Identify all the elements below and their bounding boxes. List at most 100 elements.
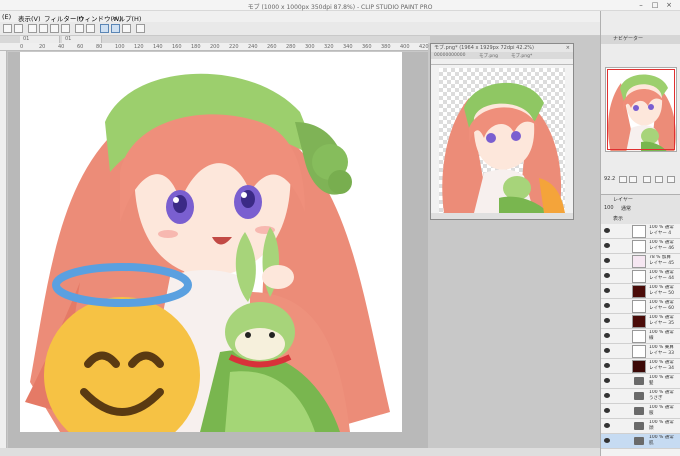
paste-icon[interactable] (61, 24, 70, 33)
zoom-out-button[interactable] (619, 176, 627, 183)
ruler-tick-label: 280 (286, 44, 296, 50)
navigator-preview[interactable] (605, 67, 677, 152)
eye-icon[interactable] (604, 288, 610, 293)
maximize-button[interactable]: □ (650, 1, 660, 10)
navigator-view-frame[interactable] (607, 69, 675, 150)
anime-girl-artwork (25, 73, 390, 432)
eye-icon[interactable] (604, 378, 610, 383)
opacity-value[interactable]: 100 (604, 205, 614, 211)
transparent-canvas[interactable] (439, 68, 565, 213)
pencil-icon[interactable] (111, 24, 120, 33)
blend-mode-select[interactable]: 通常 (621, 205, 631, 212)
layer-panel-title[interactable]: レイヤー (613, 196, 633, 203)
eye-icon[interactable] (604, 393, 610, 398)
workspace-background (574, 36, 600, 456)
ruler-tick-label: 340 (343, 44, 353, 50)
layer-thumbnail (632, 315, 646, 328)
eye-icon[interactable] (604, 348, 610, 353)
layer-name: 100 % 通常顔 (649, 420, 674, 431)
menu-edit[interactable]: (E) (2, 13, 11, 21)
ruler-tick-label: 20 (39, 44, 46, 50)
ruler-tick-label: 360 (362, 44, 372, 50)
redo-icon[interactable] (14, 24, 23, 33)
command-bar (0, 22, 600, 36)
sub-window-close-icon[interactable]: × (566, 44, 570, 52)
layer-name: 100 % 通常 レイヤー 60 (649, 300, 675, 311)
ruler-tick-label: 100 (115, 44, 125, 50)
transform-icon[interactable] (75, 24, 84, 33)
ruler-tick-label: 300 (305, 44, 315, 50)
eye-icon[interactable] (604, 408, 610, 413)
copy-icon[interactable] (50, 24, 59, 33)
navigator-header[interactable]: ナビゲーター (601, 35, 680, 44)
ruler-tick-label: 200 (210, 44, 220, 50)
layer-thumbnail (632, 360, 646, 373)
ruler-tick-label: 420 (419, 44, 429, 50)
ruler-tick-label: 0 (20, 44, 24, 50)
layer-row[interactable]: 100 % 通常肌 (601, 434, 680, 449)
eye-icon[interactable] (604, 318, 610, 323)
layer-row[interactable]: 100 % 通常服 (601, 404, 680, 419)
layer-row[interactable]: 100 % 通常 レイヤー 35 (601, 314, 680, 329)
rotate-button[interactable] (643, 176, 651, 183)
layer-row[interactable]: 78 % 加算 レイヤー 45 (601, 254, 680, 269)
eye-icon[interactable] (604, 303, 610, 308)
eye-icon[interactable] (604, 423, 610, 428)
layer-row[interactable]: 100 % 乗算 レイヤー 33 (601, 344, 680, 359)
document-tab[interactable]: 01 (62, 36, 102, 43)
layer-row[interactable]: 100 % 通常 レイヤー 34 (601, 359, 680, 374)
sub-window-tabs: 00000000000 モブ.png モブ.png* (431, 52, 573, 59)
layer-row[interactable]: 100 % 通常 レイヤー 50 (601, 284, 680, 299)
layer-thumbnail (632, 270, 646, 283)
settings-icon[interactable] (136, 24, 145, 33)
brush-icon[interactable] (122, 24, 131, 33)
ruler-tick-label: 80 (96, 44, 103, 50)
layer-row[interactable]: 100 % 通常 レイヤー 4 (601, 224, 680, 239)
layer-row[interactable]: 100 % 通常髪 (601, 374, 680, 389)
layer-list[interactable]: 100 % 通常 レイヤー 4 100 % 通常 レイヤー 46 78 % 加算 レイヤー… (601, 224, 680, 456)
ruler-tick-label: 180 (191, 44, 201, 50)
sub-document-window[interactable]: モブ.png* (1964 x 1929px 72dpi 42.2%) × 00… (430, 43, 574, 220)
layer-name: 100 % 通常 レイヤー 35 (649, 315, 675, 326)
eye-icon[interactable] (604, 273, 610, 278)
minimize-button[interactable]: – (636, 1, 646, 10)
eye-icon[interactable] (604, 333, 610, 338)
zoom-value[interactable]: 92.2 (604, 176, 615, 182)
clear-icon[interactable] (28, 24, 37, 33)
cut-icon[interactable] (39, 24, 48, 33)
title-bar: モブ (1000 x 1000px 350dpi 87.8%) - CLIP S… (0, 0, 680, 11)
layer-row[interactable]: 100 % 通常 レイヤー 60 (601, 299, 680, 314)
undo-icon[interactable] (3, 24, 12, 33)
layer-panel-header: レイヤー 100 通常 表示 (601, 194, 680, 224)
layer-row[interactable]: 100 % 通常顔 (601, 419, 680, 434)
layer-row[interactable]: 100 % 通常線 (601, 329, 680, 344)
ruler-tick-label: 220 (229, 44, 239, 50)
layer-row[interactable]: 100 % 通常 うさぎ (601, 389, 680, 404)
eye-icon[interactable] (604, 243, 610, 248)
ruler-tick-label: 320 (324, 44, 334, 50)
close-button[interactable]: × (664, 1, 674, 10)
fill-icon[interactable] (86, 24, 95, 33)
artwork-canvas[interactable] (20, 52, 402, 432)
eye-icon[interactable] (604, 258, 610, 263)
display-select[interactable]: 表示 (613, 215, 623, 222)
ruler-tick-label: 160 (172, 44, 182, 50)
sub-window-scrollbar[interactable] (431, 213, 573, 219)
zoom-in-button[interactable] (629, 176, 637, 183)
layer-row[interactable]: 100 % 通常 レイヤー 44 (601, 269, 680, 284)
eye-icon[interactable] (604, 438, 610, 443)
document-tab[interactable]: 01 (20, 36, 60, 43)
layer-row[interactable]: 100 % 通常 レイヤー 46 (601, 239, 680, 254)
pen-icon[interactable] (100, 24, 109, 33)
eye-icon[interactable] (604, 363, 610, 368)
eye-icon[interactable] (604, 228, 610, 233)
layer-name: 100 % 通常 レイヤー 44 (649, 270, 675, 281)
canvas-area[interactable] (8, 52, 428, 456)
reset-view-button[interactable] (667, 176, 675, 183)
layer-thumbnail (632, 225, 646, 238)
flip-button[interactable] (655, 176, 663, 183)
navigator-controls: 92.2 (603, 176, 679, 184)
window-title: モブ (1000 x 1000px 350dpi 87.8%) - CLIP S… (247, 4, 433, 11)
status-bar (0, 448, 600, 456)
sub-tab[interactable]: 00000000000 (434, 53, 466, 58)
